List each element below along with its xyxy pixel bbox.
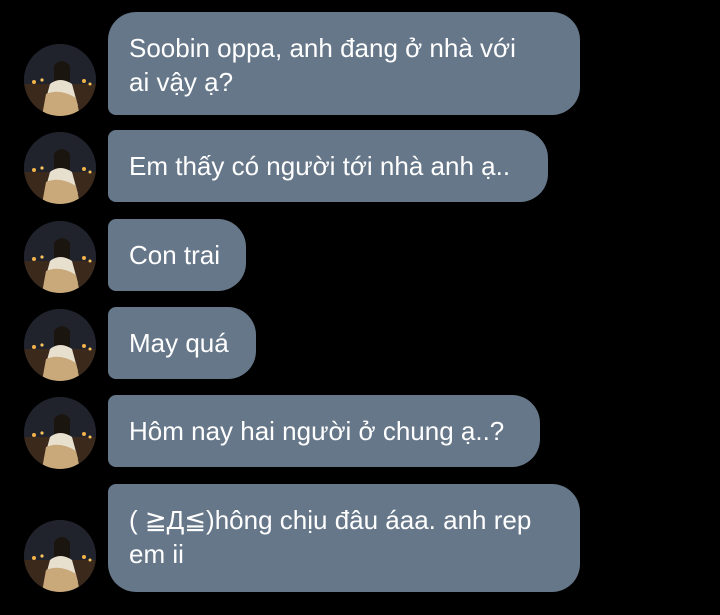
avatar[interactable] (24, 397, 96, 469)
message-row: Hôm nay hai người ở chung ạ..? (0, 395, 720, 469)
message-bubble[interactable]: Soobin oppa, anh đang ở nhà với ai vậy ạ… (108, 12, 580, 115)
message-bubble[interactable]: Hôm nay hai người ở chung ạ..? (108, 395, 540, 467)
message-bubble[interactable]: May quá (108, 307, 256, 379)
message-bubble[interactable]: Con trai (108, 219, 246, 291)
avatar[interactable] (24, 132, 96, 204)
avatar[interactable] (24, 44, 96, 116)
message-bubble[interactable]: ( ≧Д≦)hông chịu đâu áaa. anh rep em ii (108, 484, 580, 592)
message-row: Em thấy có người tới nhà anh ạ.. (0, 130, 720, 204)
profile-photo-icon (24, 44, 96, 116)
message-row: Con trai (0, 219, 720, 293)
message-row: ( ≧Д≦)hông chịu đâu áaa. anh rep em ii (0, 484, 720, 592)
profile-photo-icon (24, 221, 96, 293)
profile-photo-icon (24, 397, 96, 469)
profile-photo-icon (24, 520, 96, 592)
profile-photo-icon (24, 309, 96, 381)
avatar[interactable] (24, 221, 96, 293)
profile-photo-icon (24, 132, 96, 204)
avatar[interactable] (24, 520, 96, 592)
message-row: May quá (0, 307, 720, 381)
message-row: Soobin oppa, anh đang ở nhà với ai vậy ạ… (0, 12, 720, 116)
message-bubble[interactable]: Em thấy có người tới nhà anh ạ.. (108, 130, 548, 202)
avatar[interactable] (24, 309, 96, 381)
